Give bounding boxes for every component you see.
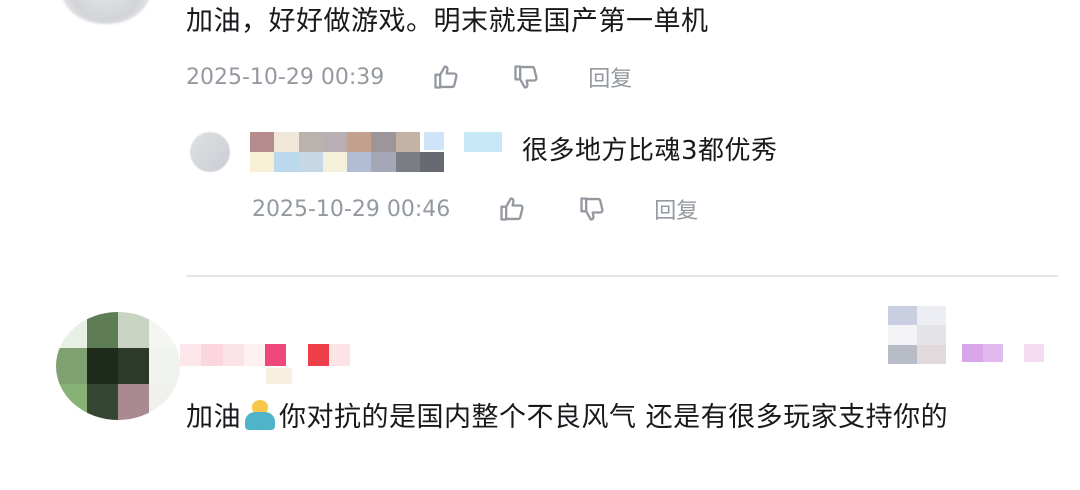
- reply-meta: 2025-10-29 00:46 回复: [252, 189, 698, 229]
- like-button[interactable]: [428, 59, 464, 95]
- avatar[interactable]: [62, 0, 150, 24]
- comment-text-start: 加油: [186, 402, 241, 433]
- decoration-badge: [888, 306, 946, 364]
- comment-text: 加油，好好做游戏。明末就是国产第一单机: [186, 6, 709, 37]
- reply-like-button[interactable]: [494, 191, 530, 227]
- reply-button[interactable]: 回复: [588, 61, 632, 93]
- reply-dislike-button[interactable]: [574, 191, 610, 227]
- reply-username[interactable]: [250, 132, 444, 172]
- thumbs-up-icon: [500, 197, 524, 221]
- thumbs-down-icon: [580, 197, 604, 221]
- thumbs-up-icon: [434, 65, 458, 89]
- username-badge: [266, 368, 292, 384]
- reply-text: 很多地方比魂3都优秀: [522, 136, 778, 166]
- reply-time: 2025-10-29 00:46: [252, 196, 451, 222]
- reply-level-badge: [464, 132, 502, 152]
- thumbs-down-icon: [514, 65, 538, 89]
- username[interactable]: [180, 344, 350, 366]
- person-emoji-icon: [243, 400, 277, 430]
- comment-text: 加油 你对抗的是国内整个不良风气 还是有很多玩家支持你的: [186, 394, 1046, 442]
- comment-text-rest: 你对抗的是国内整个不良风气 还是有很多玩家支持你的: [279, 402, 949, 433]
- fan-badge: [962, 344, 1044, 362]
- reply-avatar[interactable]: [190, 132, 230, 172]
- avatar[interactable]: [56, 312, 180, 420]
- comment-time: 2025-10-29 00:39: [186, 64, 385, 90]
- reply-reply-button[interactable]: 回复: [654, 193, 698, 225]
- comment-meta: 2025-10-29 00:39 回复: [186, 57, 632, 97]
- comment-divider: [186, 275, 1058, 277]
- dislike-button[interactable]: [508, 59, 544, 95]
- reply-badge: [424, 132, 444, 150]
